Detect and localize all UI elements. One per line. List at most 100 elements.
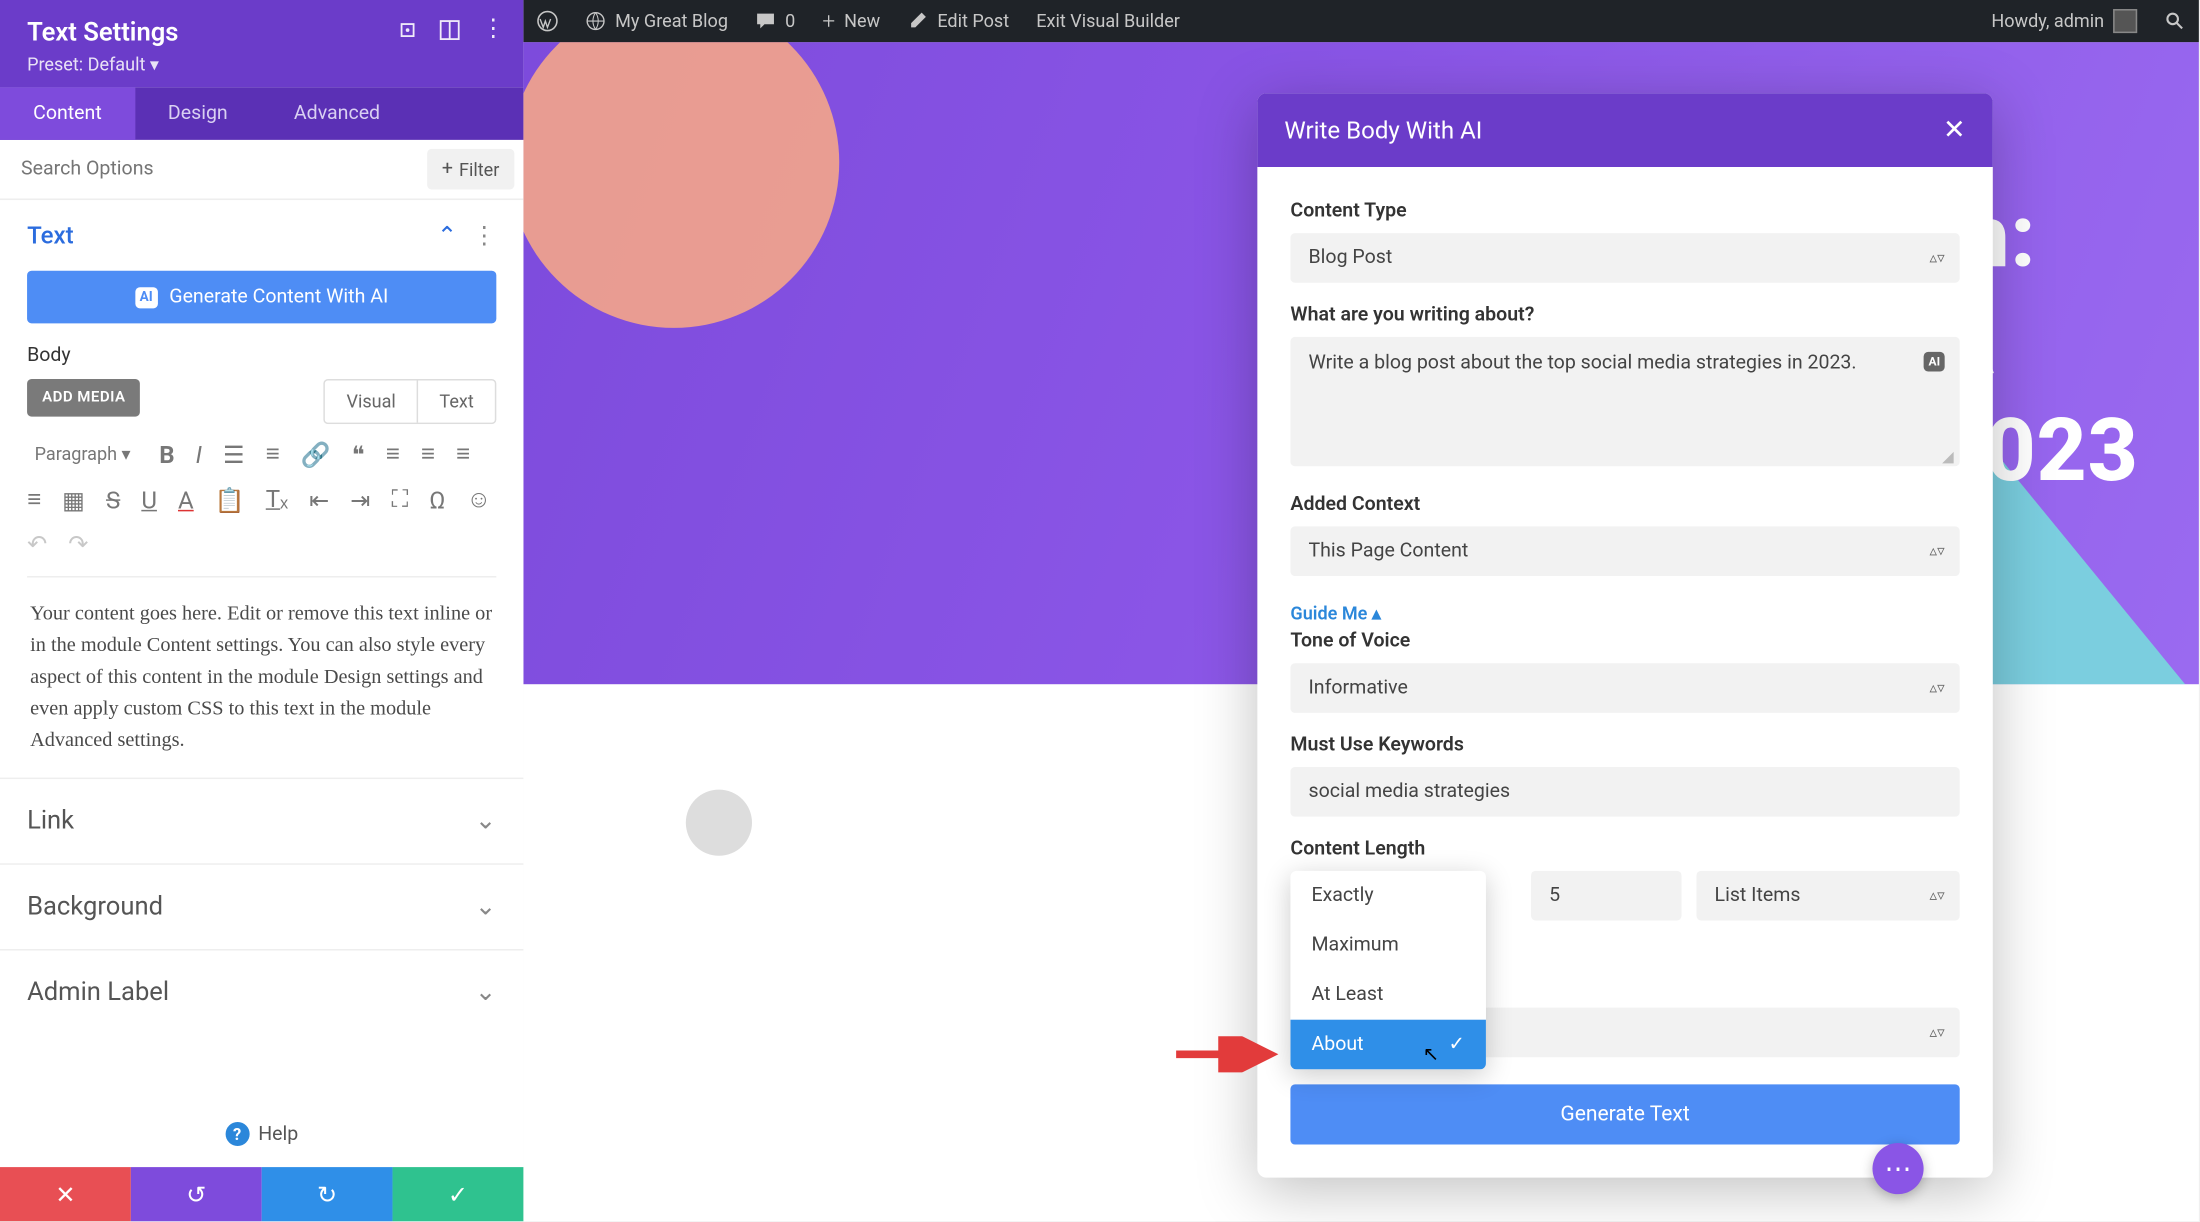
link-icon[interactable]: 🔗 (301, 440, 331, 469)
write-body-ai-modal: Write Body With AI ✕ Content Type Blog P… (1257, 93, 1992, 1177)
bold-icon[interactable]: B (159, 440, 174, 469)
strike-icon[interactable]: S (106, 485, 120, 514)
redo-icon[interactable]: ↷ (68, 529, 88, 558)
keywords-input[interactable] (1290, 767, 1959, 817)
select-arrow-icon: ▵▿ (1930, 543, 1945, 560)
wp-admin-bar: My Great Blog 0 +New Edit Post Exit Visu… (523, 0, 2198, 42)
length-option-about[interactable]: About✓ (1290, 1020, 1486, 1070)
tab-advanced[interactable]: Advanced (261, 87, 413, 140)
undo-button[interactable]: ↺ (131, 1167, 262, 1221)
italic-icon[interactable]: I (196, 440, 202, 469)
generate-text-button[interactable]: Generate Text (1290, 1084, 1959, 1144)
select-arrow-icon: ▵▿ (1930, 250, 1945, 267)
divi-fab-button[interactable]: ⋯ (1872, 1143, 1923, 1194)
kebab-icon[interactable]: ⋮ (481, 18, 502, 39)
table-icon[interactable]: ▦ (62, 485, 85, 514)
preset-selector[interactable]: Preset: Default ▾ (27, 54, 496, 75)
underline-icon[interactable]: U (141, 485, 157, 514)
section-link[interactable]: Link⌄ (0, 777, 523, 863)
length-option-maximum[interactable]: Maximum (1290, 920, 1486, 970)
emoji-icon[interactable]: ☺ (466, 484, 491, 514)
edit-post[interactable]: Edit Post (894, 0, 1023, 42)
align-right-icon[interactable]: ≡ (456, 439, 470, 469)
ul-icon[interactable]: ☰ (223, 440, 245, 469)
length-count-input[interactable] (1531, 871, 1681, 921)
select-arrow-icon: ▵▿ (1930, 1024, 1945, 1041)
about-textarea[interactable] (1290, 337, 1959, 466)
outdent-icon[interactable]: ⇥ (350, 485, 370, 514)
textcolor-icon[interactable]: A (178, 485, 194, 514)
modal-title: Write Body With AI (1284, 116, 1482, 145)
length-option-atleast[interactable]: At Least (1290, 970, 1486, 1020)
special-char-icon[interactable]: Ω (429, 485, 445, 514)
content-type-select[interactable]: Blog Post▵▿ (1290, 233, 1959, 283)
annotation-arrow-icon (1173, 1036, 1278, 1072)
text-tab[interactable]: Text (417, 381, 495, 423)
chevron-down-icon: ⌄ (475, 891, 496, 921)
content-type-label: Content Type (1290, 200, 1959, 223)
chevron-down-icon: ⌄ (475, 806, 496, 836)
guide-me-toggle[interactable]: Guide Me ▴ (1290, 603, 1959, 624)
section-background[interactable]: Background⌄ (0, 863, 523, 949)
howdy-account[interactable]: Howdy, admin (1978, 9, 2151, 33)
undo-icon[interactable]: ↶ (27, 529, 47, 558)
section-admin-label[interactable]: Admin Label⌄ (0, 948, 523, 1034)
new-content[interactable]: +New (809, 0, 894, 42)
align-justify-icon[interactable]: ≡ (27, 484, 41, 514)
align-left-icon[interactable]: ≡ (386, 439, 400, 469)
check-icon: ✓ (1448, 1033, 1464, 1056)
filter-button[interactable]: +Filter (427, 149, 515, 190)
generate-content-ai-button[interactable]: AIGenerate Content With AI (27, 271, 496, 324)
drag-icon[interactable] (397, 18, 418, 39)
collapse-icon[interactable]: ⌃ (437, 221, 457, 250)
section-kebab-icon[interactable]: ⋮ (472, 221, 496, 250)
panel-action-bar: ✕ ↺ ↻ ✓ (0, 1167, 523, 1221)
ol-icon[interactable]: ≡ (266, 439, 280, 469)
text-settings-panel: Text Settings Preset: Default ▾ ⋮ Conten… (0, 0, 523, 1221)
select-arrow-icon: ▵▿ (1930, 887, 1945, 904)
search-options-input[interactable] (0, 143, 418, 196)
indent-icon[interactable]: ⇤ (309, 485, 329, 514)
comments-link[interactable]: 0 (742, 0, 809, 42)
panel-tabs: Content Design Advanced (0, 87, 523, 140)
tone-label: Tone of Voice (1290, 630, 1959, 653)
clear-icon[interactable]: Tₓ (266, 484, 288, 514)
paste-icon[interactable]: 📋 (215, 485, 245, 514)
tone-select[interactable]: Informative▵▿ (1290, 663, 1959, 713)
context-label: Added Context (1290, 493, 1959, 516)
quote-icon[interactable]: ❝ (352, 440, 365, 469)
add-media-button[interactable]: ADD MEDIA (27, 379, 140, 417)
redo-button[interactable]: ↻ (262, 1167, 393, 1221)
length-option-exactly[interactable]: Exactly (1290, 871, 1486, 921)
search-icon[interactable] (2151, 11, 2199, 32)
chevron-down-icon: ⌄ (475, 977, 496, 1007)
tab-content[interactable]: Content (0, 87, 135, 140)
author-avatar (686, 790, 752, 856)
expand-icon[interactable] (439, 18, 460, 39)
context-select[interactable]: This Page Content▵▿ (1290, 526, 1959, 576)
discard-button[interactable]: ✕ (0, 1167, 131, 1221)
section-text-header[interactable]: Text ⌃⋮ (0, 200, 523, 271)
resize-grip-icon[interactable]: ◢ (1942, 450, 1954, 467)
panel-header: Text Settings Preset: Default ▾ ⋮ (0, 0, 523, 87)
help-link[interactable]: ?Help (0, 1101, 523, 1167)
save-button[interactable]: ✓ (393, 1167, 524, 1221)
about-label: What are you writing about? (1290, 304, 1959, 327)
site-name[interactable]: My Great Blog (572, 0, 742, 42)
user-avatar-icon (2113, 9, 2137, 33)
select-arrow-icon: ▵▿ (1930, 680, 1945, 697)
body-editor[interactable]: Your content goes here. Edit or remove t… (27, 576, 496, 777)
length-label: Content Length (1290, 838, 1959, 861)
hero-circle-shape (523, 42, 839, 328)
align-center-icon[interactable]: ≡ (421, 439, 435, 469)
close-icon[interactable]: ✕ (1943, 114, 1966, 146)
exit-visual-builder[interactable]: Exit Visual Builder (1023, 0, 1194, 42)
length-unit-select[interactable]: List Items▵▿ (1697, 871, 1960, 921)
wp-logo[interactable] (523, 0, 571, 42)
visual-tab[interactable]: Visual (325, 381, 416, 423)
tab-design[interactable]: Design (135, 87, 261, 140)
paragraph-format-select[interactable]: Paragraph ▾ (27, 439, 138, 469)
fullscreen-icon[interactable]: ⛶ (392, 484, 409, 514)
ai-icon[interactable]: AI (1924, 352, 1945, 372)
cursor-icon: ↖ (1423, 1044, 1439, 1067)
